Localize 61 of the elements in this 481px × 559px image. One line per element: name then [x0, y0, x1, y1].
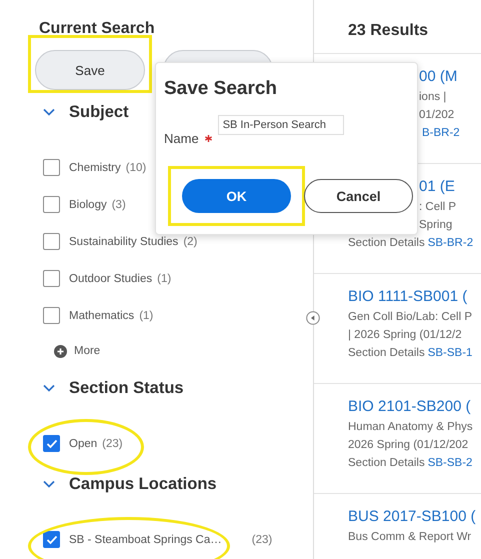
course-detail: ions | [419, 91, 446, 103]
option-label: SB - Steamboat Springs Ca… [69, 534, 222, 546]
option-count: (10) [126, 162, 146, 174]
panel-heading: Current Search [39, 20, 156, 38]
course-link[interactable]: 00 (M [419, 66, 481, 88]
option-count: (23) [102, 438, 123, 450]
course-detail: Spring [419, 219, 452, 231]
check-icon [46, 534, 58, 544]
dialog-title: Save Search [164, 78, 278, 100]
name-field[interactable]: SB In-Person Search [218, 115, 344, 135]
course-link[interactable]: 01 (E [419, 176, 481, 198]
checkbox[interactable] [43, 307, 60, 324]
checkbox[interactable] [43, 435, 60, 452]
course-detail: 2026 Spring (01/12/202 [348, 439, 468, 451]
course-detail: Human Anatomy & Phys [348, 421, 473, 433]
chevron-icon[interactable] [43, 480, 55, 488]
option-label: Biology [69, 198, 107, 210]
option-count: (23) [252, 534, 272, 546]
more-link[interactable]: More [74, 345, 100, 357]
ok-button[interactable]: OK [182, 179, 291, 213]
plus-circle-icon [54, 344, 67, 358]
checkbox[interactable] [43, 159, 60, 176]
course-link[interactable]: BIO 2101-SB200 ( [348, 396, 481, 418]
course-detail: Section Details [348, 237, 425, 249]
course-detail: Bus Comm & Report Wr [348, 531, 472, 543]
course-detail: | 2026 Spring (01/12/2 [348, 329, 462, 341]
section-heading: Subject [69, 102, 129, 122]
option-count: (1) [139, 310, 154, 322]
course-detail: Gen Coll Bio/Lab: Cell P [348, 311, 472, 323]
option-label: Sustainability Studies [69, 236, 178, 248]
save-button[interactable]: Save [35, 50, 145, 90]
checkbox[interactable] [43, 270, 60, 287]
check-icon [46, 438, 58, 448]
chevron-icon[interactable] [43, 384, 55, 392]
option-label: Open [69, 438, 98, 450]
section-link[interactable]: SB-SB-1 [428, 347, 472, 359]
course-link[interactable]: BIO 1111-SB001 ( [348, 286, 481, 308]
section-link[interactable]: SB-BR-2 [428, 237, 474, 249]
collapse-icon [306, 311, 320, 325]
checkbox[interactable] [43, 233, 60, 250]
chevron-icon[interactable] [43, 108, 55, 116]
section-heading: Section Status [69, 378, 184, 398]
course-detail: Section Details [348, 347, 425, 359]
section-link[interactable]: B-BR-2 [422, 127, 460, 139]
section-link[interactable]: SB-SB-2 [428, 457, 472, 469]
field-label: Name [164, 131, 199, 146]
option-label: Outdoor Studies [69, 272, 152, 284]
course-detail: : Cell P [419, 201, 456, 213]
checkbox[interactable] [43, 531, 60, 548]
option-label: Chemistry [69, 162, 121, 174]
results-heading: 23 Results [314, 0, 481, 54]
course-detail: Section Details [348, 457, 425, 469]
cancel-button[interactable]: Cancel [304, 179, 413, 213]
option-count: (1) [157, 272, 172, 284]
section-heading: Campus Locations [69, 474, 217, 494]
option-count: (3) [112, 198, 126, 210]
course-link[interactable]: BUS 2017-SB100 ( [348, 506, 481, 528]
course-detail: 01/202 [419, 109, 454, 121]
checkbox[interactable] [43, 196, 60, 213]
option-label: Mathematics [69, 310, 134, 322]
option-count: (2) [183, 236, 198, 248]
